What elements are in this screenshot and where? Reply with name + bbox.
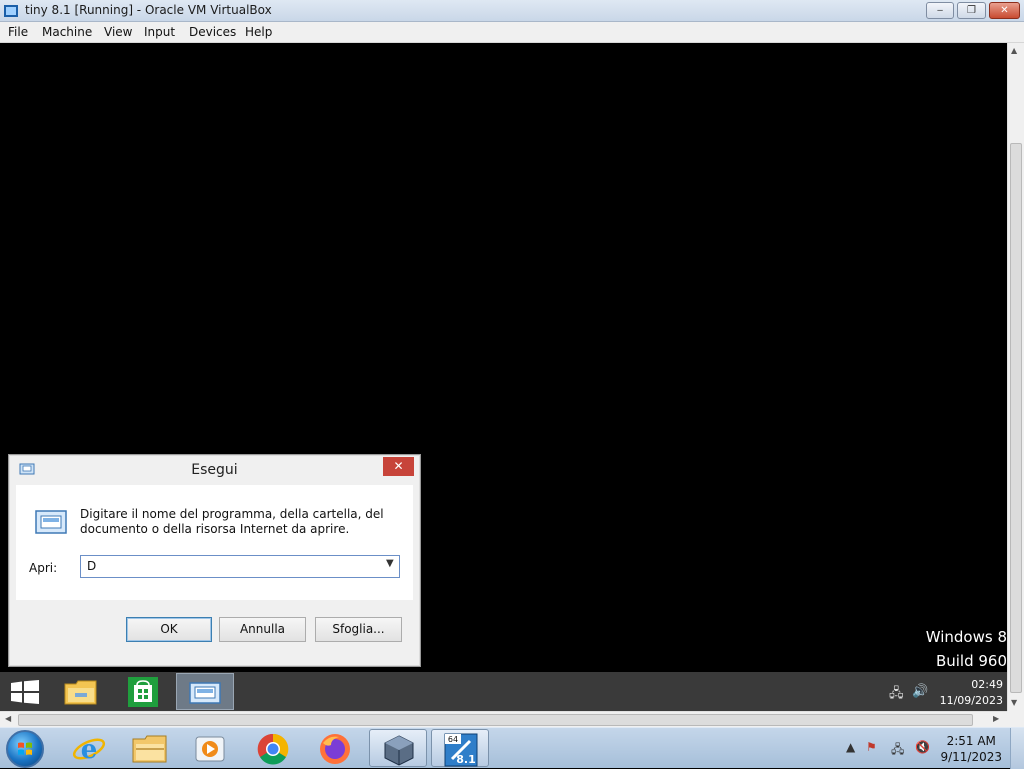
ok-button[interactable]: OK	[126, 617, 212, 642]
host-firefox[interactable]	[306, 729, 364, 767]
scroll-up-icon[interactable]: ▲	[1011, 46, 1017, 55]
menu-help[interactable]: Help	[245, 25, 272, 39]
run-close-button[interactable]: ✕	[383, 457, 414, 476]
host-internet-explorer[interactable]: e	[60, 729, 118, 767]
windows-watermark-line1: Windows 8	[925, 628, 1007, 646]
volume-icon[interactable]: 🔊	[912, 684, 928, 699]
run-dialog-title: Esegui	[191, 462, 238, 478]
cancel-button[interactable]: Annulla	[219, 617, 306, 642]
horizontal-scroll-thumb[interactable]	[18, 714, 973, 726]
host-time: 2:51 AM	[946, 734, 996, 748]
guest-file-explorer[interactable]	[56, 673, 112, 710]
virtualbox-icon	[384, 735, 414, 766]
guest-run-taskbar-button[interactable]	[176, 673, 234, 710]
windows-flag-icon	[18, 742, 32, 755]
vm-display[interactable]: Esegui ✕ Digitare il nome del programma,…	[0, 43, 1007, 711]
virtualbox-app-icon	[4, 5, 18, 17]
scroll-down-icon[interactable]: ▼	[1011, 698, 1017, 707]
host-taskbar: e 64 8.1 ▲ ⚑ 🖧 🔇 2:51 AM 9/11/2023	[0, 727, 1024, 769]
network-icon[interactable]: 🖧	[889, 684, 904, 706]
chevron-down-icon[interactable]: ▼	[386, 558, 394, 569]
close-button[interactable]: ✕	[989, 2, 1020, 19]
minimize-button[interactable]: ‒	[926, 2, 954, 19]
horizontal-scrollbar[interactable]: ◀ ▶	[0, 711, 1007, 727]
run-taskbar-icon	[189, 682, 221, 704]
firefox-icon	[320, 734, 350, 764]
host-windows-explorer[interactable]	[121, 729, 179, 767]
menu-view[interactable]: View	[104, 25, 132, 39]
file-explorer-icon	[64, 680, 97, 705]
scroll-left-icon[interactable]: ◀	[5, 714, 11, 723]
host-start-button[interactable]	[6, 730, 44, 768]
open-label: Apri:	[29, 561, 58, 575]
show-hidden-icons-icon[interactable]: ▲	[846, 740, 855, 754]
run-dialog-body: Digitare il nome del programma, della ca…	[16, 485, 413, 600]
run-dialog: Esegui ✕ Digitare il nome del programma,…	[8, 454, 421, 667]
network-icon[interactable]: 🖧	[891, 740, 904, 761]
media-player-icon	[195, 736, 225, 762]
guest-taskbar: 🖧 🔊 02:49 11/09/2023	[0, 672, 1007, 711]
svg-text:e: e	[81, 735, 98, 765]
guest-time: 02:49	[971, 678, 1003, 691]
vertical-scrollbar[interactable]: ▲ ▼	[1007, 43, 1024, 711]
action-center-icon[interactable]: ⚑	[866, 740, 877, 754]
vm-badge-top: 64	[448, 735, 458, 744]
menu-devices[interactable]: Devices	[189, 25, 236, 39]
browse-button[interactable]: Sfoglia...	[315, 617, 402, 642]
windows-8-1-vm-icon: 64 8.1	[444, 733, 478, 767]
vm-badge-label: 8.1	[456, 753, 476, 766]
run-icon	[35, 510, 67, 534]
windows-explorer-icon	[132, 735, 167, 763]
host-clock[interactable]: 2:51 AM 9/11/2023	[940, 733, 1002, 765]
maximize-button[interactable]: ❐	[957, 2, 986, 19]
host-date: 9/11/2023	[940, 750, 1002, 764]
vertical-scroll-thumb[interactable]	[1010, 143, 1022, 693]
title-bar: tiny 8.1 [Running] - Oracle VM VirtualBo…	[0, 0, 1024, 22]
scroll-right-icon[interactable]: ▶	[993, 714, 999, 723]
chrome-icon	[257, 733, 289, 765]
menu-input[interactable]: Input	[144, 25, 175, 39]
run-description: Digitare il nome del programma, della ca…	[80, 507, 384, 536]
guest-store[interactable]	[118, 673, 174, 710]
host-vm-window[interactable]: 64 8.1	[431, 729, 489, 767]
scrollbar-corner	[1007, 711, 1024, 727]
windows-logo-icon	[11, 680, 39, 704]
open-input[interactable]: D	[80, 555, 400, 578]
menu-machine[interactable]: Machine	[42, 25, 92, 39]
guest-clock[interactable]: 02:49 11/09/2023	[940, 677, 1003, 709]
host-media-player[interactable]	[182, 729, 240, 767]
volume-muted-icon[interactable]: 🔇	[915, 740, 930, 754]
guest-date: 11/09/2023	[939, 694, 1003, 707]
menu-file[interactable]: File	[8, 25, 28, 39]
host-virtualbox[interactable]	[369, 729, 427, 767]
menu-bar: File Machine View Input Devices Help	[0, 22, 1024, 43]
windows-watermark-line2: Build 960	[935, 652, 1007, 670]
host-chrome[interactable]	[244, 729, 302, 767]
store-icon	[128, 677, 158, 707]
run-dialog-titlebar[interactable]: Esegui ✕	[9, 455, 420, 485]
guest-start-button[interactable]	[0, 673, 56, 710]
internet-explorer-icon: e	[72, 735, 106, 765]
window-title: tiny 8.1 [Running] - Oracle VM VirtualBo…	[25, 3, 272, 17]
show-desktop-button[interactable]	[1010, 728, 1024, 769]
